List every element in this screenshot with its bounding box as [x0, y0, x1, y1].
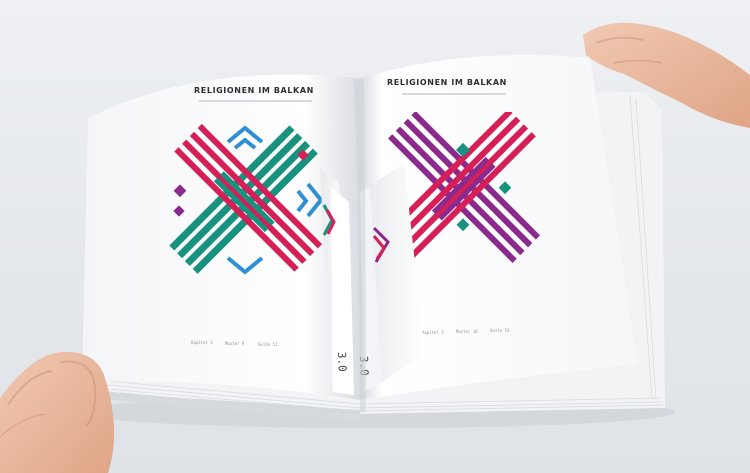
left-page-page-number: Seite 51 — [258, 342, 278, 347]
right-page-pattern-number: Muster 10 — [456, 329, 478, 334]
photo-scene: RELIGIONEN IM BALKAN Kapitel 3 Muster 9 … — [0, 0, 750, 473]
left-flap-number: 3.0 — [335, 352, 349, 372]
right-page-title: RELIGIONEN IM BALKAN — [387, 78, 507, 87]
left-page-chapter: Kapitel 3 — [191, 340, 213, 345]
right-page-page-number: Seite 53 — [490, 328, 510, 333]
left-page: RELIGIONEN IM BALKAN Kapitel 3 Muster 9 … — [82, 74, 360, 400]
left-page-pattern-number: Muster 9 — [225, 341, 245, 346]
right-page-chapter: Kapitel 3 — [422, 330, 444, 335]
left-page-title: RELIGIONEN IM BALKAN — [194, 86, 314, 95]
right-page-subtitle-line — [402, 93, 506, 95]
left-page-subtitle-line — [199, 100, 312, 102]
book-photo: RELIGIONEN IM BALKAN Kapitel 3 Muster 9 … — [0, 22, 750, 473]
left-hand — [0, 351, 115, 473]
